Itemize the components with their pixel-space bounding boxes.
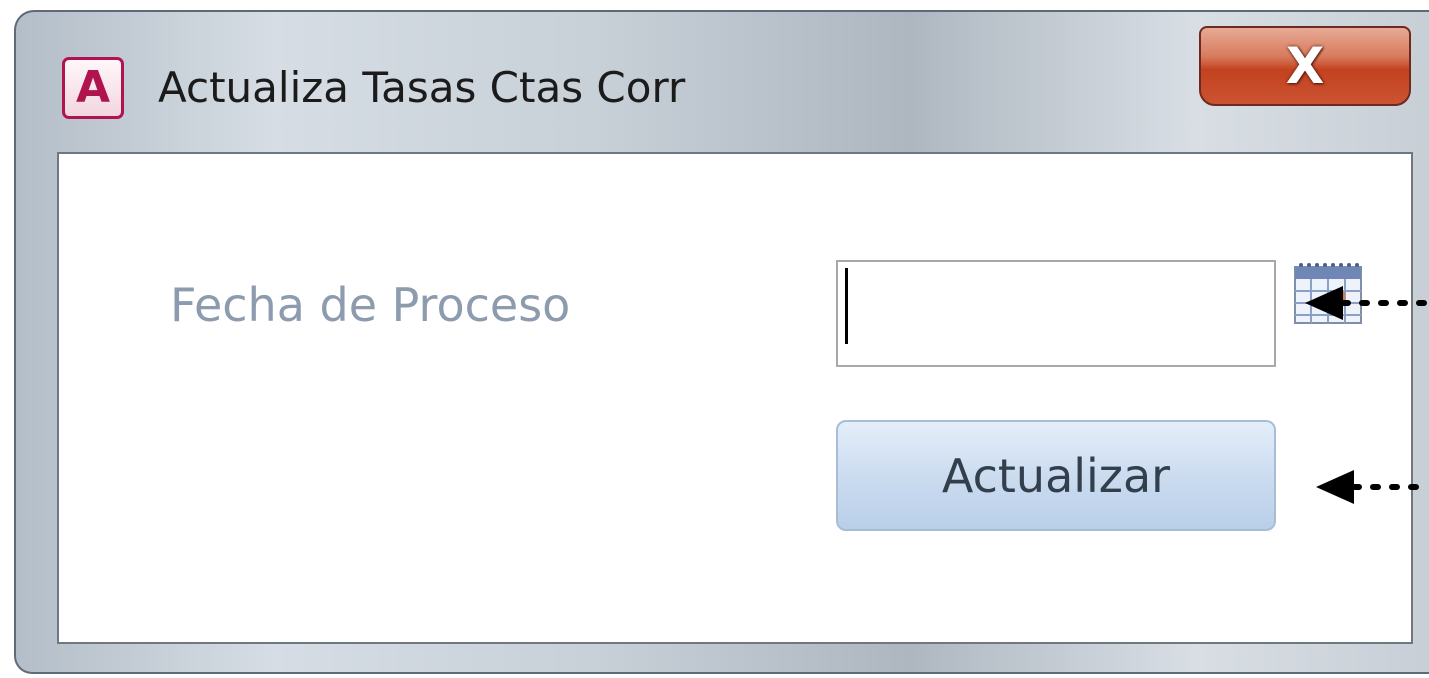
- dialog-client-area: [57, 152, 1413, 644]
- close-icon: X: [1285, 37, 1325, 95]
- access-app-icon[interactable]: A: [62, 57, 124, 119]
- update-button[interactable]: Actualizar: [836, 420, 1276, 531]
- window-title: Actualiza Tasas Ctas Corr: [158, 63, 686, 112]
- process-date-label: Fecha de Proceso: [170, 278, 571, 332]
- process-date-input[interactable]: [836, 260, 1276, 367]
- app-icon-letter: A: [75, 62, 111, 113]
- close-button[interactable]: X: [1199, 26, 1411, 106]
- text-caret: [845, 268, 848, 344]
- calendar-icon[interactable]: [1293, 261, 1363, 325]
